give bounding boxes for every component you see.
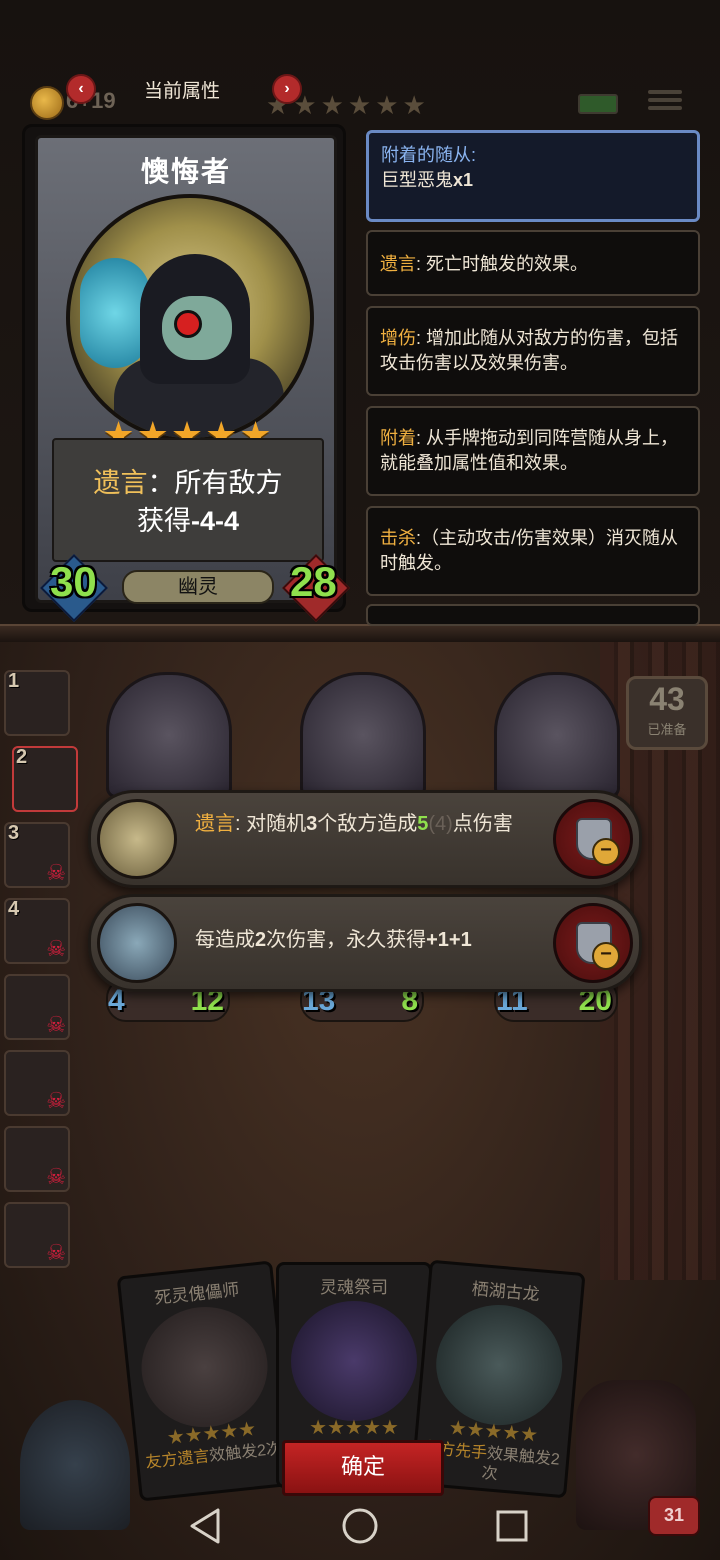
- hand-card-name: 死灵傀儡师: [153, 1280, 241, 1308]
- side-slot[interactable]: ☠: [4, 1202, 70, 1268]
- skull-icon: ☠: [46, 1240, 66, 1265]
- attached-minions-panel: 附着的随从: 巨型恶鬼x1: [366, 130, 700, 222]
- card-ability-box: 遗言：所有敌方 获得-4-4: [52, 438, 324, 562]
- kill-info-panel: 击杀:（主动攻击/伤害效果）消灭随从时触发。: [366, 506, 700, 596]
- side-slot[interactable]: 2: [12, 746, 78, 812]
- info-panel-overflow: [366, 604, 700, 626]
- back-triangle-icon[interactable]: [184, 1504, 228, 1548]
- slot-number: 1: [8, 670, 20, 692]
- remove-effect-button[interactable]: −: [553, 903, 633, 983]
- ready-label: 已准备: [647, 722, 687, 737]
- attached-value: 巨型恶鬼: [381, 170, 453, 190]
- character-card: 懊悔者 ★★★★★ 遗言：所有敌方 获得-4-4 30 幽灵 28: [22, 124, 350, 622]
- skull-icon: ☠: [46, 1164, 66, 1189]
- effect-text-part: 个敌方造成: [317, 813, 418, 835]
- attribute-header: ‹ 当前属性 ›: [66, 72, 302, 104]
- effect-count: 3: [306, 813, 318, 835]
- side-slot[interactable]: 4 ☠: [4, 898, 70, 964]
- minion-portrait: [494, 672, 620, 798]
- slot-number: 3: [8, 822, 20, 844]
- battery-icon: [578, 94, 618, 114]
- kill-keyword: 击杀: [380, 528, 416, 548]
- ability-line1: ：所有敌方: [147, 468, 283, 498]
- attached-label: 附着的随从:: [381, 145, 477, 165]
- effect-row-growth: 每造成2次伤害，永久获得+1+1 −: [88, 894, 642, 992]
- effect-row-deathrattle: 遗言: 对随机3个敌方造成5(4)点伤害 −: [88, 790, 642, 888]
- hand-card-desc-text: 效果触发2次: [480, 1445, 561, 1484]
- hooded-ghost-icon: [97, 903, 177, 983]
- effect-text: 遗言: 对随机3个敌方造成5(4)点伤害: [195, 811, 535, 838]
- system-navbar: [0, 1490, 720, 1560]
- ability-line2-prefix: 获得: [136, 506, 191, 536]
- kill-description: :（主动攻击/伤害效果）消灭随从时触发。: [380, 528, 679, 573]
- hand-card-name: 栖湖古龙: [470, 1279, 541, 1305]
- skull-icon: ☠: [46, 936, 66, 961]
- home-circle-icon[interactable]: [338, 1504, 382, 1548]
- remove-effect-button[interactable]: −: [553, 799, 633, 879]
- card-ability-text: 遗言：所有敌方 获得-4-4: [64, 464, 312, 540]
- attribute-title: 当前属性: [143, 81, 220, 102]
- confirm-button[interactable]: 确定: [282, 1440, 444, 1496]
- menu-icon[interactable]: [648, 86, 682, 116]
- hand-card-name: 灵魂祭司: [320, 1278, 388, 1297]
- deathrattle-description: : 死亡时触发的效果。: [416, 254, 589, 274]
- damage-description: : 增加此随从对敌方的伤害，包括攻击伤害以及效果伤害。: [380, 328, 679, 373]
- hand-card[interactable]: 死灵傀儡师 ★★★★★ 友方遗言效触发2次: [116, 1260, 296, 1502]
- deathrattle-info-panel: 遗言: 死亡时触发的效果。: [366, 230, 700, 296]
- effect-keyword: 遗言: [195, 813, 235, 835]
- effect-text-part: 点伤害: [452, 813, 513, 835]
- side-slot[interactable]: ☠: [4, 1050, 70, 1116]
- recent-square-icon[interactable]: [490, 1504, 534, 1548]
- card-frame: 懊悔者 ★★★★★ 遗言：所有敌方 获得-4-4 30 幽灵 28: [35, 135, 350, 622]
- side-slot[interactable]: ☠: [4, 1126, 70, 1192]
- effect-base-value: (4): [428, 813, 453, 835]
- side-slot[interactable]: 1: [4, 670, 70, 736]
- effect-text-part: : 对随机: [235, 813, 307, 835]
- next-arrow-button[interactable]: ›: [272, 74, 302, 104]
- effect-text: 每造成2次伤害，永久获得+1+1: [195, 927, 535, 954]
- card-health: 28: [290, 558, 337, 605]
- side-slot[interactable]: 3 ☠: [4, 822, 70, 888]
- effect-text-part: 每造成: [195, 929, 255, 951]
- hand-card-stars: ★★★★★: [309, 1417, 399, 1439]
- character-eye: [174, 310, 202, 338]
- minion-portrait: [106, 672, 232, 798]
- effect-text-part: 次伤害，永久获得: [266, 929, 427, 951]
- slot-number: 4: [8, 898, 20, 920]
- skull-icon: ☠: [46, 1012, 66, 1037]
- panel-divider: [0, 624, 720, 642]
- gold-coin-icon: [30, 86, 64, 120]
- skull-icon: ☠: [46, 1088, 66, 1113]
- deathrattle-keyword: 遗言: [380, 254, 416, 274]
- effect-count: 2: [255, 929, 267, 951]
- ability-keyword: 遗言: [93, 468, 148, 498]
- card-attack: 30: [50, 558, 97, 605]
- damage-info-panel: 增伤: 增加此随从对敌方的伤害，包括攻击伤害以及效果伤害。: [366, 306, 700, 396]
- minion-portrait: [300, 672, 426, 798]
- ability-line2-value: -4-4: [190, 506, 239, 536]
- attach-keyword: 附着: [380, 428, 416, 448]
- attached-count: x1: [453, 170, 474, 190]
- character-portrait: [66, 194, 314, 442]
- ready-counter: 43 已准备: [626, 676, 708, 750]
- card-tribe: 幽灵: [122, 570, 274, 604]
- hand-card-art: [135, 1300, 274, 1434]
- minus-icon: −: [592, 942, 620, 970]
- slot-number: 2: [16, 746, 28, 768]
- bomb-icon: [97, 799, 177, 879]
- damage-keyword: 增伤: [380, 328, 416, 348]
- attach-description: : 从手牌拖动到同阵营随从身上，就能叠加属性值和效果。: [380, 428, 679, 473]
- skull-icon: ☠: [46, 860, 66, 885]
- card-name: 懊悔者: [140, 156, 231, 187]
- hand-card-art: [291, 1301, 417, 1421]
- effect-value: +1+1: [426, 929, 472, 951]
- hand-card-art: [431, 1299, 568, 1431]
- ready-count: 43: [649, 681, 685, 717]
- prev-arrow-button[interactable]: ‹: [66, 74, 96, 104]
- side-slot[interactable]: ☠: [4, 974, 70, 1040]
- attach-info-panel: 附着: 从手牌拖动到同阵营随从身上，就能叠加属性值和效果。: [366, 406, 700, 496]
- minus-icon: −: [592, 838, 620, 866]
- effect-value: 5: [417, 813, 429, 835]
